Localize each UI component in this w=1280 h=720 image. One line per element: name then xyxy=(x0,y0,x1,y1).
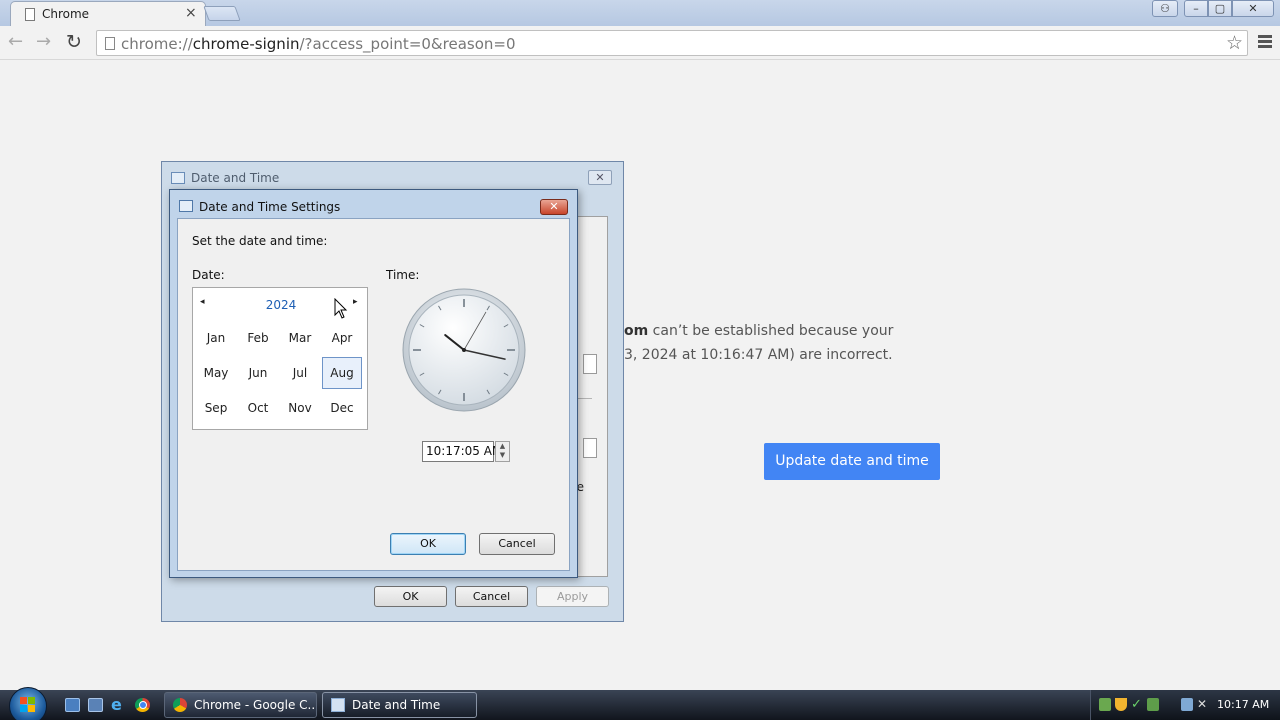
start-button[interactable] xyxy=(9,687,47,720)
forward-button[interactable]: → xyxy=(36,32,51,52)
month-calendar[interactable]: ◂ 2024 ▸ Jan Feb Mar Apr May Jun Jul Aug… xyxy=(192,287,368,430)
menu-icon[interactable] xyxy=(1258,35,1272,50)
tray-app-icon[interactable] xyxy=(1147,698,1159,711)
switch-windows-icon[interactable] xyxy=(88,698,103,712)
checkmark-icon[interactable]: ✓ xyxy=(1131,698,1143,711)
internet-explorer-icon[interactable]: e xyxy=(111,697,126,713)
taskbar-item-chrome[interactable]: Chrome - Google C... xyxy=(164,692,317,718)
bookmark-star-icon[interactable]: ☆ xyxy=(1226,32,1243,54)
tab-close-icon[interactable]: × xyxy=(185,5,197,21)
spin-up-icon[interactable]: ▲ xyxy=(496,442,509,451)
month-cell[interactable]: Dec xyxy=(322,392,362,424)
next-year-icon[interactable]: ▸ xyxy=(353,297,358,307)
url-text[interactable]: chrome://chrome-signin/?access_point=0&r… xyxy=(121,35,516,53)
reload-button[interactable]: ↻ xyxy=(66,32,82,52)
maximize-button[interactable]: ▢ xyxy=(1208,0,1232,17)
url-scheme: chrome:// xyxy=(121,35,193,53)
taskbar-clock[interactable]: 10:17 AM xyxy=(1217,698,1269,711)
minimize-button[interactable]: – xyxy=(1184,0,1208,17)
browser-tab[interactable]: Chrome × xyxy=(10,1,206,27)
apply-button: Apply xyxy=(536,586,609,607)
ok-button[interactable]: OK xyxy=(374,586,447,607)
date-and-time-settings-dialog: Date and Time Settings ✕ Set the date an… xyxy=(169,189,578,578)
tab-title: Chrome xyxy=(42,7,90,21)
hidden-button xyxy=(583,438,597,458)
date-label: Date: xyxy=(192,268,225,282)
url-host: chrome-signin xyxy=(192,35,300,53)
browser-titlebar: Chrome × ⚇ – ▢ ✕ xyxy=(0,0,1280,27)
close-icon[interactable]: ✕ xyxy=(540,199,568,215)
address-bar[interactable]: chrome://chrome-signin/?access_point=0&r… xyxy=(96,30,1248,56)
ok-button[interactable]: OK xyxy=(390,533,466,555)
taskbar-item-date-and-time[interactable]: Date and Time xyxy=(322,692,477,718)
calendar-icon xyxy=(171,172,185,184)
error-message-line-2: 3, 2024 at 10:16:47 AM) are incorrect. xyxy=(624,347,893,363)
mouse-cursor-icon xyxy=(334,298,348,319)
page-icon xyxy=(105,37,115,50)
new-tab-button[interactable] xyxy=(203,6,241,21)
calendar-icon xyxy=(331,698,345,712)
update-date-time-button[interactable]: Update date and time xyxy=(764,443,940,480)
month-cell-selected[interactable]: Aug xyxy=(322,357,362,389)
error-bold-text: om xyxy=(624,323,649,339)
time-input[interactable]: 10:17:05 AM xyxy=(422,441,502,462)
security-shield-icon[interactable] xyxy=(1115,698,1127,711)
cancel-button[interactable]: Cancel xyxy=(455,586,528,607)
profile-button[interactable]: ⚇ xyxy=(1152,0,1178,17)
instruction-text: Set the date and time: xyxy=(192,234,328,248)
dialog-title: Date and Time xyxy=(191,171,280,185)
hidden-button xyxy=(583,354,597,374)
month-cell[interactable]: Nov xyxy=(280,392,320,424)
browser-toolbar: ← → ↻ chrome://chrome-signin/?access_poi… xyxy=(0,26,1280,60)
chrome-icon xyxy=(173,698,187,712)
close-window-button[interactable]: ✕ xyxy=(1232,0,1274,17)
back-button[interactable]: ← xyxy=(8,32,23,52)
dialog-body: Set the date and time: Date: Time: ◂ 202… xyxy=(177,218,570,571)
month-cell[interactable]: Sep xyxy=(196,392,236,424)
url-path: /?access_point=0&reason=0 xyxy=(299,35,516,53)
chrome-quicklaunch-icon[interactable] xyxy=(135,698,150,712)
error-message-line-1: om can’t be established because your xyxy=(624,323,893,339)
spin-down-icon[interactable]: ▼ xyxy=(496,451,509,460)
month-cell[interactable]: May xyxy=(196,357,236,389)
analog-clock xyxy=(402,288,526,412)
month-cell[interactable]: Oct xyxy=(238,392,278,424)
month-cell[interactable]: Jul xyxy=(280,357,320,389)
taskbar: e Chrome - Google C... Date and Time ✓ ✕… xyxy=(0,687,1280,720)
page-icon xyxy=(25,8,35,21)
tray-app-icon[interactable] xyxy=(1099,698,1111,711)
cancel-button[interactable]: Cancel xyxy=(479,533,555,555)
month-cell[interactable]: Feb xyxy=(238,322,278,354)
speaker-muted-icon[interactable]: ✕ xyxy=(1197,698,1209,711)
calendar-icon xyxy=(179,200,193,212)
month-cell[interactable]: Jun xyxy=(238,357,278,389)
time-label: Time: xyxy=(386,268,420,282)
show-desktop-icon[interactable] xyxy=(65,698,80,712)
network-icon[interactable] xyxy=(1181,698,1193,711)
month-cell[interactable]: Apr xyxy=(322,322,362,354)
error-text: can’t be established because your xyxy=(648,323,894,339)
time-spinner[interactable]: ▲ ▼ xyxy=(495,441,510,462)
taskbar-item-label: Chrome - Google C... xyxy=(194,698,317,712)
month-cell[interactable]: Mar xyxy=(280,322,320,354)
month-cell[interactable]: Jan xyxy=(196,322,236,354)
taskbar-item-label: Date and Time xyxy=(352,698,441,712)
system-tray: ✓ ✕ 10:17 AM xyxy=(1090,690,1280,720)
windows-logo-icon xyxy=(20,697,36,713)
dialog-title: Date and Time Settings xyxy=(199,200,341,214)
close-icon[interactable]: ✕ xyxy=(588,170,612,185)
